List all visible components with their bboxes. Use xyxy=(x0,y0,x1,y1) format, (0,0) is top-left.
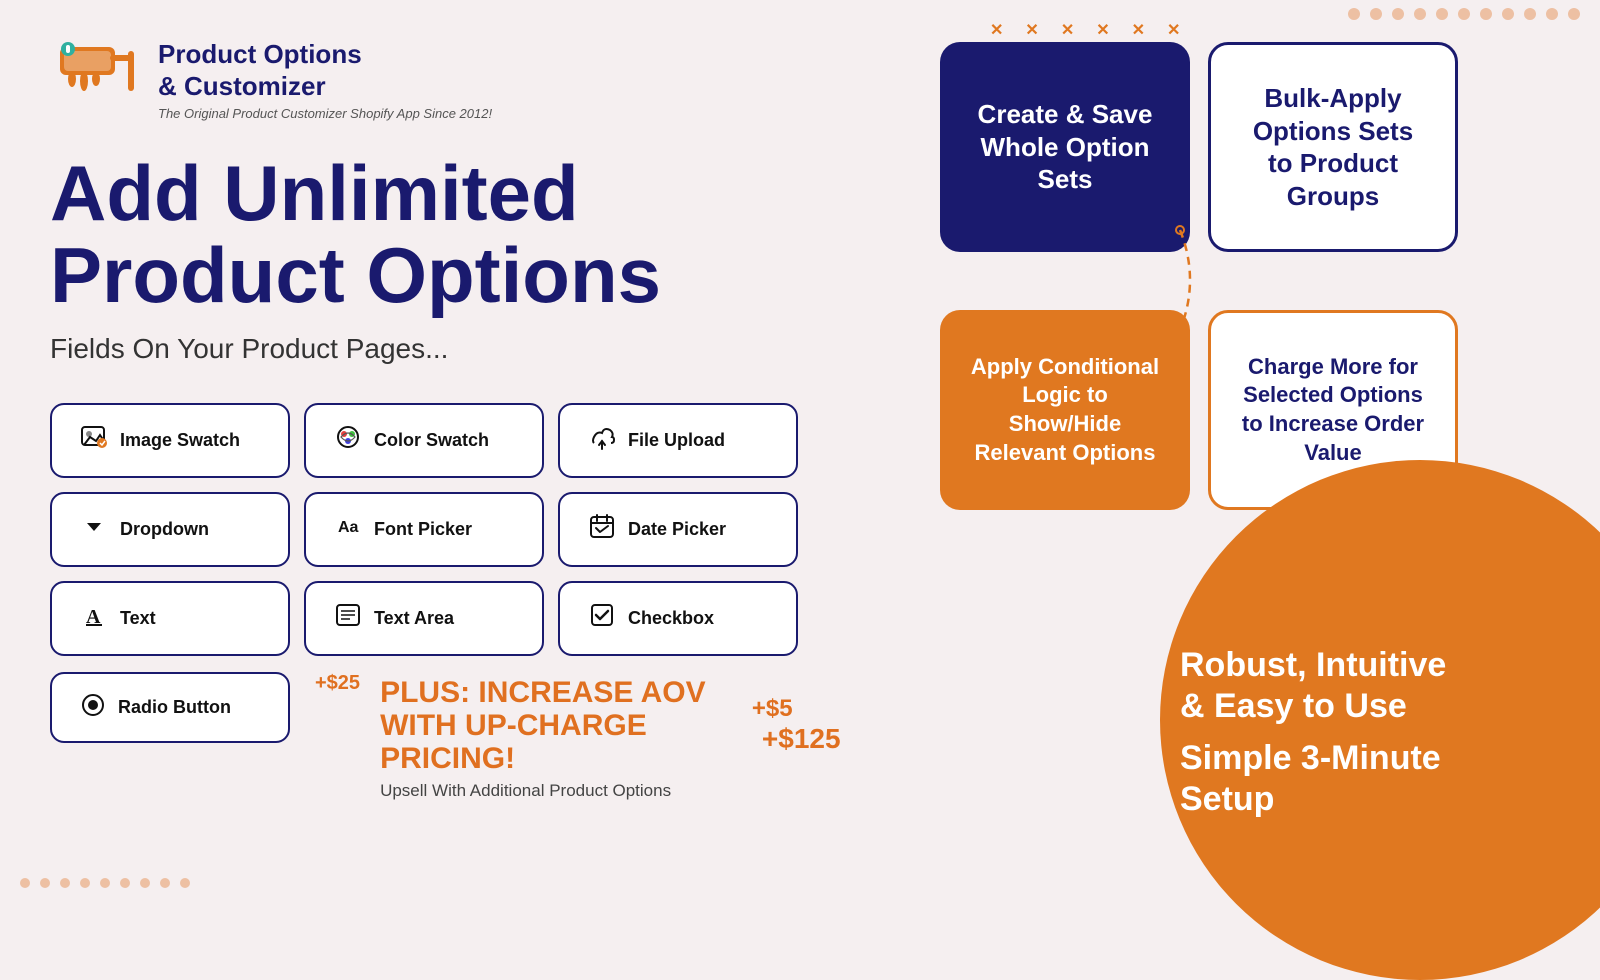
card-conditional: Apply Conditional Logic to Show/Hide Rel… xyxy=(940,310,1190,510)
dropdown-icon xyxy=(80,512,108,547)
option-text-area[interactable]: Text Area xyxy=(304,581,544,656)
circle-text-line4: Setup xyxy=(1180,779,1520,820)
circle-text-line2: & Easy to Use xyxy=(1180,686,1520,727)
option-radio-button[interactable]: Radio Button xyxy=(50,672,290,743)
logo-title: Product Options & Customizer xyxy=(158,39,492,101)
option-date-picker[interactable]: Date Picker xyxy=(558,492,798,567)
headline: Add Unlimited Product Options xyxy=(50,153,870,317)
option-image-swatch-label: Image Swatch xyxy=(120,430,240,451)
subheadline: Fields On Your Product Pages... xyxy=(50,333,870,365)
price-badge-1: +$5 xyxy=(752,695,793,722)
option-font-picker-label: Font Picker xyxy=(374,519,472,540)
price-badge-3: +$25 xyxy=(315,672,360,695)
option-text-label: Text xyxy=(120,608,156,629)
circle-text-line1: Robust, Intuitive xyxy=(1180,645,1520,686)
card-bulk-apply: Bulk-Apply Options Sets to Product Group… xyxy=(1208,42,1458,252)
option-file-upload[interactable]: File Upload xyxy=(558,403,798,478)
aov-section: Radio Button +$25 PLUS: INCREASE AOV WIT… xyxy=(50,672,870,801)
option-checkbox-label: Checkbox xyxy=(628,608,714,629)
options-row-2: Dropdown Aa Font Picker xyxy=(50,492,870,567)
option-checkbox[interactable]: Checkbox xyxy=(558,581,798,656)
color-swatch-icon xyxy=(334,423,362,458)
option-text-area-label: Text Area xyxy=(374,608,454,629)
option-dropdown[interactable]: Dropdown xyxy=(50,492,290,567)
radio-button-icon xyxy=(80,692,106,723)
options-row-3: A Text Text Area xyxy=(50,581,870,656)
option-image-swatch[interactable]: Image Swatch xyxy=(50,403,290,478)
price-badge-2: +$125 xyxy=(762,723,841,754)
circle-text: Robust, Intuitive & Easy to Use Simple 3… xyxy=(1180,645,1520,820)
logo-text: Product Options & Customizer The Origina… xyxy=(158,39,492,120)
option-color-swatch-label: Color Swatch xyxy=(374,430,489,451)
aov-title: PLUS: INCREASE AOV WITH UP-CHARGE PRICIN… xyxy=(380,676,742,775)
file-upload-icon xyxy=(588,423,616,458)
logo-icon xyxy=(50,35,140,125)
option-text[interactable]: A Text xyxy=(50,581,290,656)
text-area-icon xyxy=(334,601,362,636)
option-date-picker-label: Date Picker xyxy=(628,519,726,540)
logo-subtitle: The Original Product Customizer Shopify … xyxy=(158,106,492,121)
circle-text-line3: Simple 3-Minute xyxy=(1180,738,1520,779)
x-markers-top: ✕ ✕ ✕ ✕ ✕ ✕ xyxy=(990,20,1180,40)
option-font-picker[interactable]: Aa Font Picker xyxy=(304,492,544,567)
radio-button-label: Radio Button xyxy=(118,697,231,718)
option-color-swatch[interactable]: Color Swatch xyxy=(304,403,544,478)
checkbox-icon xyxy=(588,601,616,636)
option-dropdown-label: Dropdown xyxy=(120,519,209,540)
options-row-1: Image Swatch Color Swatch xyxy=(50,403,870,478)
aov-text-block: PLUS: INCREASE AOV WITH UP-CHARGE PRICIN… xyxy=(380,672,870,801)
text-icon: A xyxy=(80,601,108,636)
font-picker-icon: Aa xyxy=(334,512,362,547)
aov-subtitle: Upsell With Additional Product Options xyxy=(380,781,870,801)
svg-text:Aa: Aa xyxy=(338,519,359,536)
date-picker-icon xyxy=(588,512,616,547)
image-swatch-icon xyxy=(80,423,108,458)
left-panel: Product Options & Customizer The Origina… xyxy=(0,0,920,900)
logo-area: Product Options & Customizer The Origina… xyxy=(50,35,870,125)
option-file-upload-label: File Upload xyxy=(628,430,725,451)
options-grid: Image Swatch Color Swatch xyxy=(50,403,870,656)
right-panel: ✕ ✕ ✕ ✕ ✕ ✕ Create & Save Whole Option S… xyxy=(880,0,1600,900)
